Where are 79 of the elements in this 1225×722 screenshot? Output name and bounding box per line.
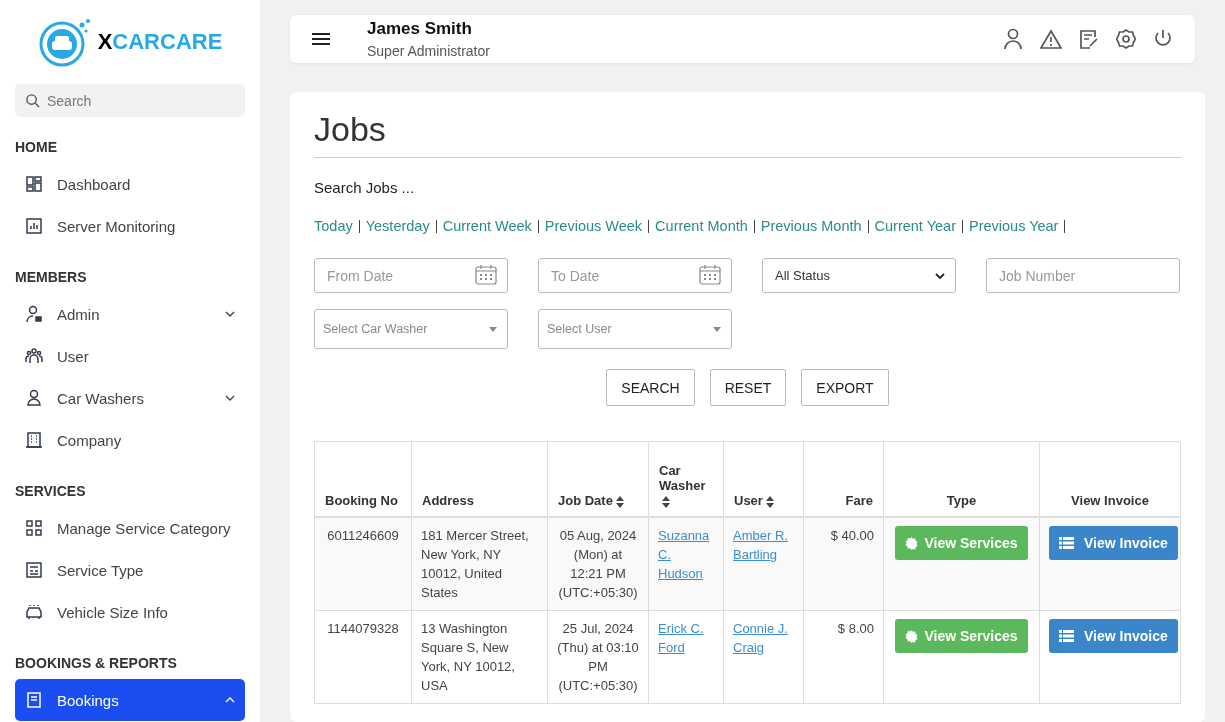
date-range-link[interactable]: Previous Year — [968, 218, 1059, 234]
view-invoice-button[interactable]: View Invoice — [1049, 526, 1178, 560]
sidebar-item[interactable]: Company — [15, 419, 245, 461]
menu-icon[interactable] — [312, 32, 330, 46]
view-invoice-button[interactable]: View Invoice — [1049, 619, 1178, 653]
date-field[interactable]: To Date — [538, 258, 732, 293]
document-icon — [25, 691, 43, 709]
caret-icon — [713, 326, 721, 332]
date-field[interactable]: From Date — [314, 258, 508, 293]
building-icon — [25, 431, 43, 449]
power-icon[interactable] — [1153, 29, 1173, 49]
sidebar-item[interactable]: Manage Service Category — [15, 507, 245, 549]
select-dropdown[interactable]: Select User — [538, 309, 732, 349]
sidebar-item[interactable]: User — [15, 335, 245, 377]
caret-icon — [489, 326, 497, 332]
caret-icon — [935, 272, 945, 279]
sidebar-item[interactable]: Service Type — [15, 549, 245, 591]
table-cell: 25 Jul, 2024 (Thu) at 03:10 PM (UTC:+05:30) — [547, 610, 649, 704]
action-button[interactable]: RESET — [709, 369, 787, 406]
calendar-icon — [475, 265, 497, 285]
list-icon — [1059, 537, 1074, 549]
date-range-link[interactable]: Previous Week — [544, 218, 643, 234]
table-cell: $ 8.00 — [803, 610, 884, 704]
section-heading: MEMBERS — [15, 269, 88, 285]
user-name: James Smith — [367, 19, 473, 39]
warning-icon[interactable] — [1040, 29, 1062, 49]
status-dropdown[interactable]: All Status — [762, 258, 956, 293]
sidebar-item[interactable]: Dashboard — [15, 163, 245, 205]
sidebar-item[interactable]: Car Washers — [15, 377, 245, 419]
list-icon — [1059, 630, 1074, 642]
search-heading: Search Jobs ... — [314, 179, 416, 196]
sidebar-item[interactable]: Server Monitoring — [15, 205, 245, 247]
table-cell: 05 Aug, 2024 (Mon) at 12:21 PM (UTC:+05:30) — [547, 517, 649, 611]
sidebar-item[interactable]: Bookings — [15, 679, 245, 721]
date-range-link[interactable]: Current Year — [874, 218, 956, 234]
logo-text: CARCARE — [112, 29, 223, 55]
date-range-link[interactable]: Current Month — [655, 218, 748, 234]
edit-note-icon[interactable] — [1079, 29, 1099, 49]
select-dropdown[interactable]: Select Car Washer — [314, 309, 508, 349]
action-button[interactable]: SEARCH — [606, 369, 695, 406]
search-icon — [25, 93, 40, 108]
section-heading: HOME — [15, 139, 58, 155]
sidebar-item[interactable]: Vehicle Size Info — [15, 591, 245, 633]
table-cell: 181 Mercer Street, New York, NY 10012, United States — [411, 517, 548, 611]
badge-icon — [905, 629, 919, 643]
table-cell: 1144079328 — [314, 610, 412, 704]
user-role: Super Administrator — [367, 43, 491, 59]
page-title: Jobs — [314, 110, 1181, 158]
table-cell: 13 Washington Square S, New York, NY 10012, USA — [411, 610, 548, 704]
user-icon[interactable] — [1003, 28, 1023, 50]
section-heading: SERVICES — [15, 483, 87, 499]
date-range-link[interactable]: Yesterday — [365, 218, 430, 234]
chart-icon — [25, 217, 43, 235]
sort-icon[interactable] — [662, 495, 670, 508]
settings-icon[interactable] — [1116, 29, 1136, 49]
job-number-field[interactable]: Job Number — [986, 258, 1180, 293]
table-cell: 6011246609 — [314, 517, 412, 611]
user-lock-icon — [25, 305, 43, 323]
dashboard-icon — [25, 175, 43, 193]
calendar-icon — [699, 265, 721, 285]
action-button[interactable]: EXPORT — [801, 369, 889, 406]
date-range-link[interactable]: Today — [314, 218, 353, 234]
list-icon — [25, 561, 43, 579]
logo-prefix: X — [97, 29, 113, 55]
table-cell: $ 40.00 — [803, 517, 884, 611]
sort-icon[interactable] — [765, 495, 774, 508]
badge-icon — [905, 536, 919, 550]
search-field[interactable]: Search — [15, 84, 245, 117]
sort-icon[interactable] — [615, 495, 624, 508]
car-icon — [25, 603, 43, 621]
sidebar-item[interactable]: Admin — [15, 293, 245, 335]
users-icon — [25, 347, 43, 365]
date-range-link[interactable]: Current Week — [442, 218, 532, 234]
grid-icon — [25, 519, 43, 537]
view-services-button[interactable]: View Services — [895, 619, 1028, 653]
view-services-button[interactable]: View Services — [895, 526, 1028, 560]
section-heading: BOOKINGS & REPORTS — [15, 655, 178, 671]
user-icon — [25, 389, 43, 407]
date-range-link[interactable]: Previous Month — [760, 218, 862, 234]
